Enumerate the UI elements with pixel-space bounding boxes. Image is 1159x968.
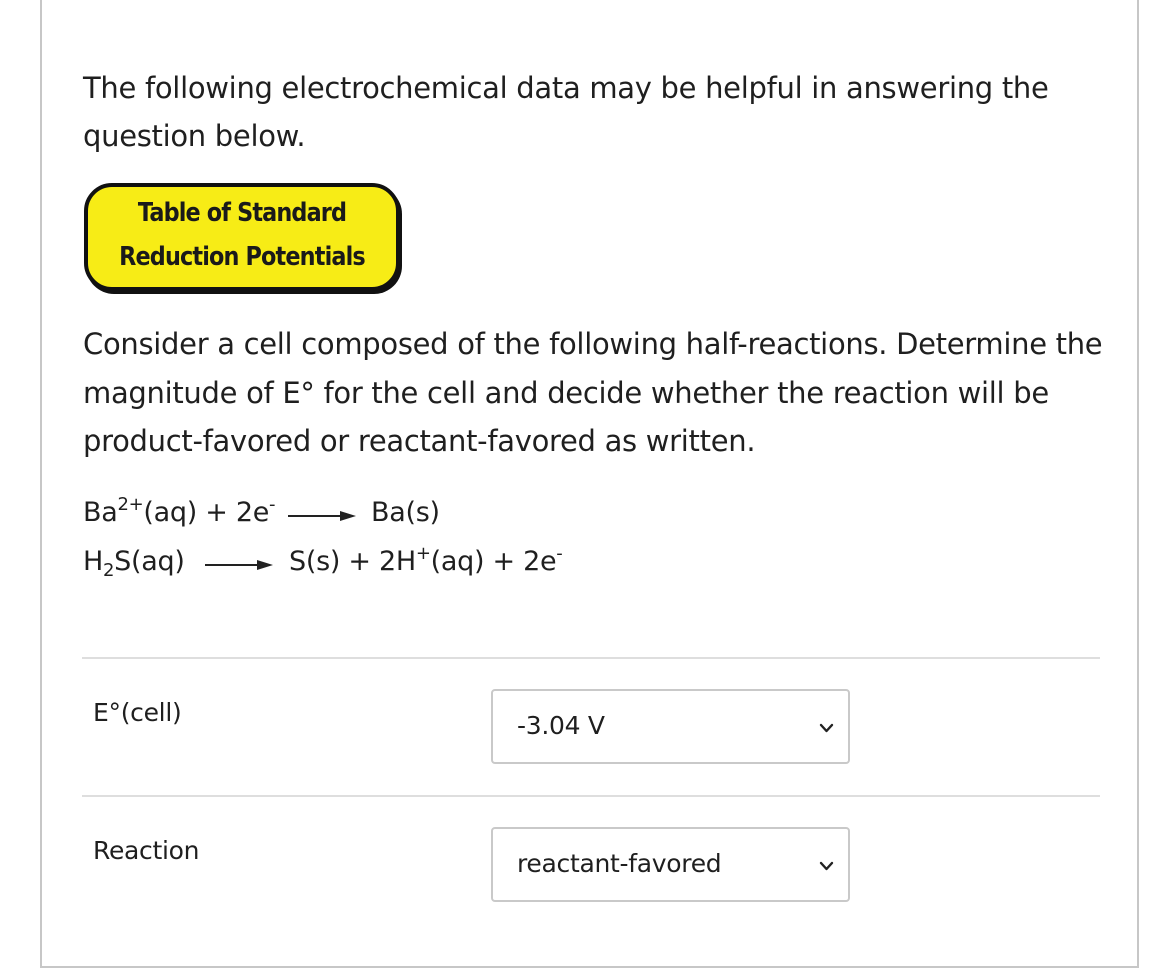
- ba-symbol: Ba: [83, 497, 118, 528]
- ecell-label: E°(cell): [93, 698, 182, 727]
- reaction-label: Reaction: [93, 836, 200, 865]
- ecell-selected-value: -3.04 V: [517, 711, 605, 740]
- ecell-select[interactable]: -3.04 V: [491, 689, 850, 764]
- half-reaction-2-reactants: H2S(aq): [83, 545, 185, 581]
- chevron-down-icon: [819, 861, 834, 871]
- reaction-selected-value: reactant-favored: [517, 849, 722, 878]
- h2s-subscript: 2: [103, 560, 115, 581]
- electron-charge: -: [556, 543, 563, 564]
- divider: [82, 795, 1100, 797]
- h2s-suffix: S(aq): [114, 546, 185, 577]
- half-reaction-1-product: Ba(s): [371, 497, 440, 528]
- badge-line-1: Table of Standard: [137, 198, 347, 228]
- reaction-arrow-icon: [205, 560, 273, 570]
- reaction-arrow-icon: [288, 511, 356, 521]
- intro-text: The following electrochemical data may b…: [83, 71, 1049, 153]
- ba-charge: 2+: [117, 494, 144, 515]
- badge-line-2: Reduction Potentials: [119, 242, 366, 272]
- h2s-prefix: H: [83, 546, 104, 577]
- half-reaction-1-rest: (aq) + 2e: [143, 497, 270, 528]
- half-reaction-2-products: S(s) + 2H+(aq) + 2e-: [289, 543, 563, 579]
- products-middle: (aq) + 2e: [430, 546, 557, 577]
- half-reaction-1-reactants: Ba2+(aq) + 2e-: [83, 494, 276, 530]
- electron-charge: -: [269, 494, 276, 515]
- proton-charge: +: [415, 543, 431, 564]
- products-prefix: S(s) + 2H: [289, 546, 416, 577]
- question-text: Consider a cell composed of the followin…: [83, 327, 1103, 458]
- chevron-down-icon: [819, 723, 834, 733]
- divider: [82, 657, 1100, 659]
- reaction-select[interactable]: reactant-favored: [491, 827, 850, 902]
- standard-reduction-potentials-link[interactable]: Table of Standard Reduction Potentials: [84, 183, 400, 291]
